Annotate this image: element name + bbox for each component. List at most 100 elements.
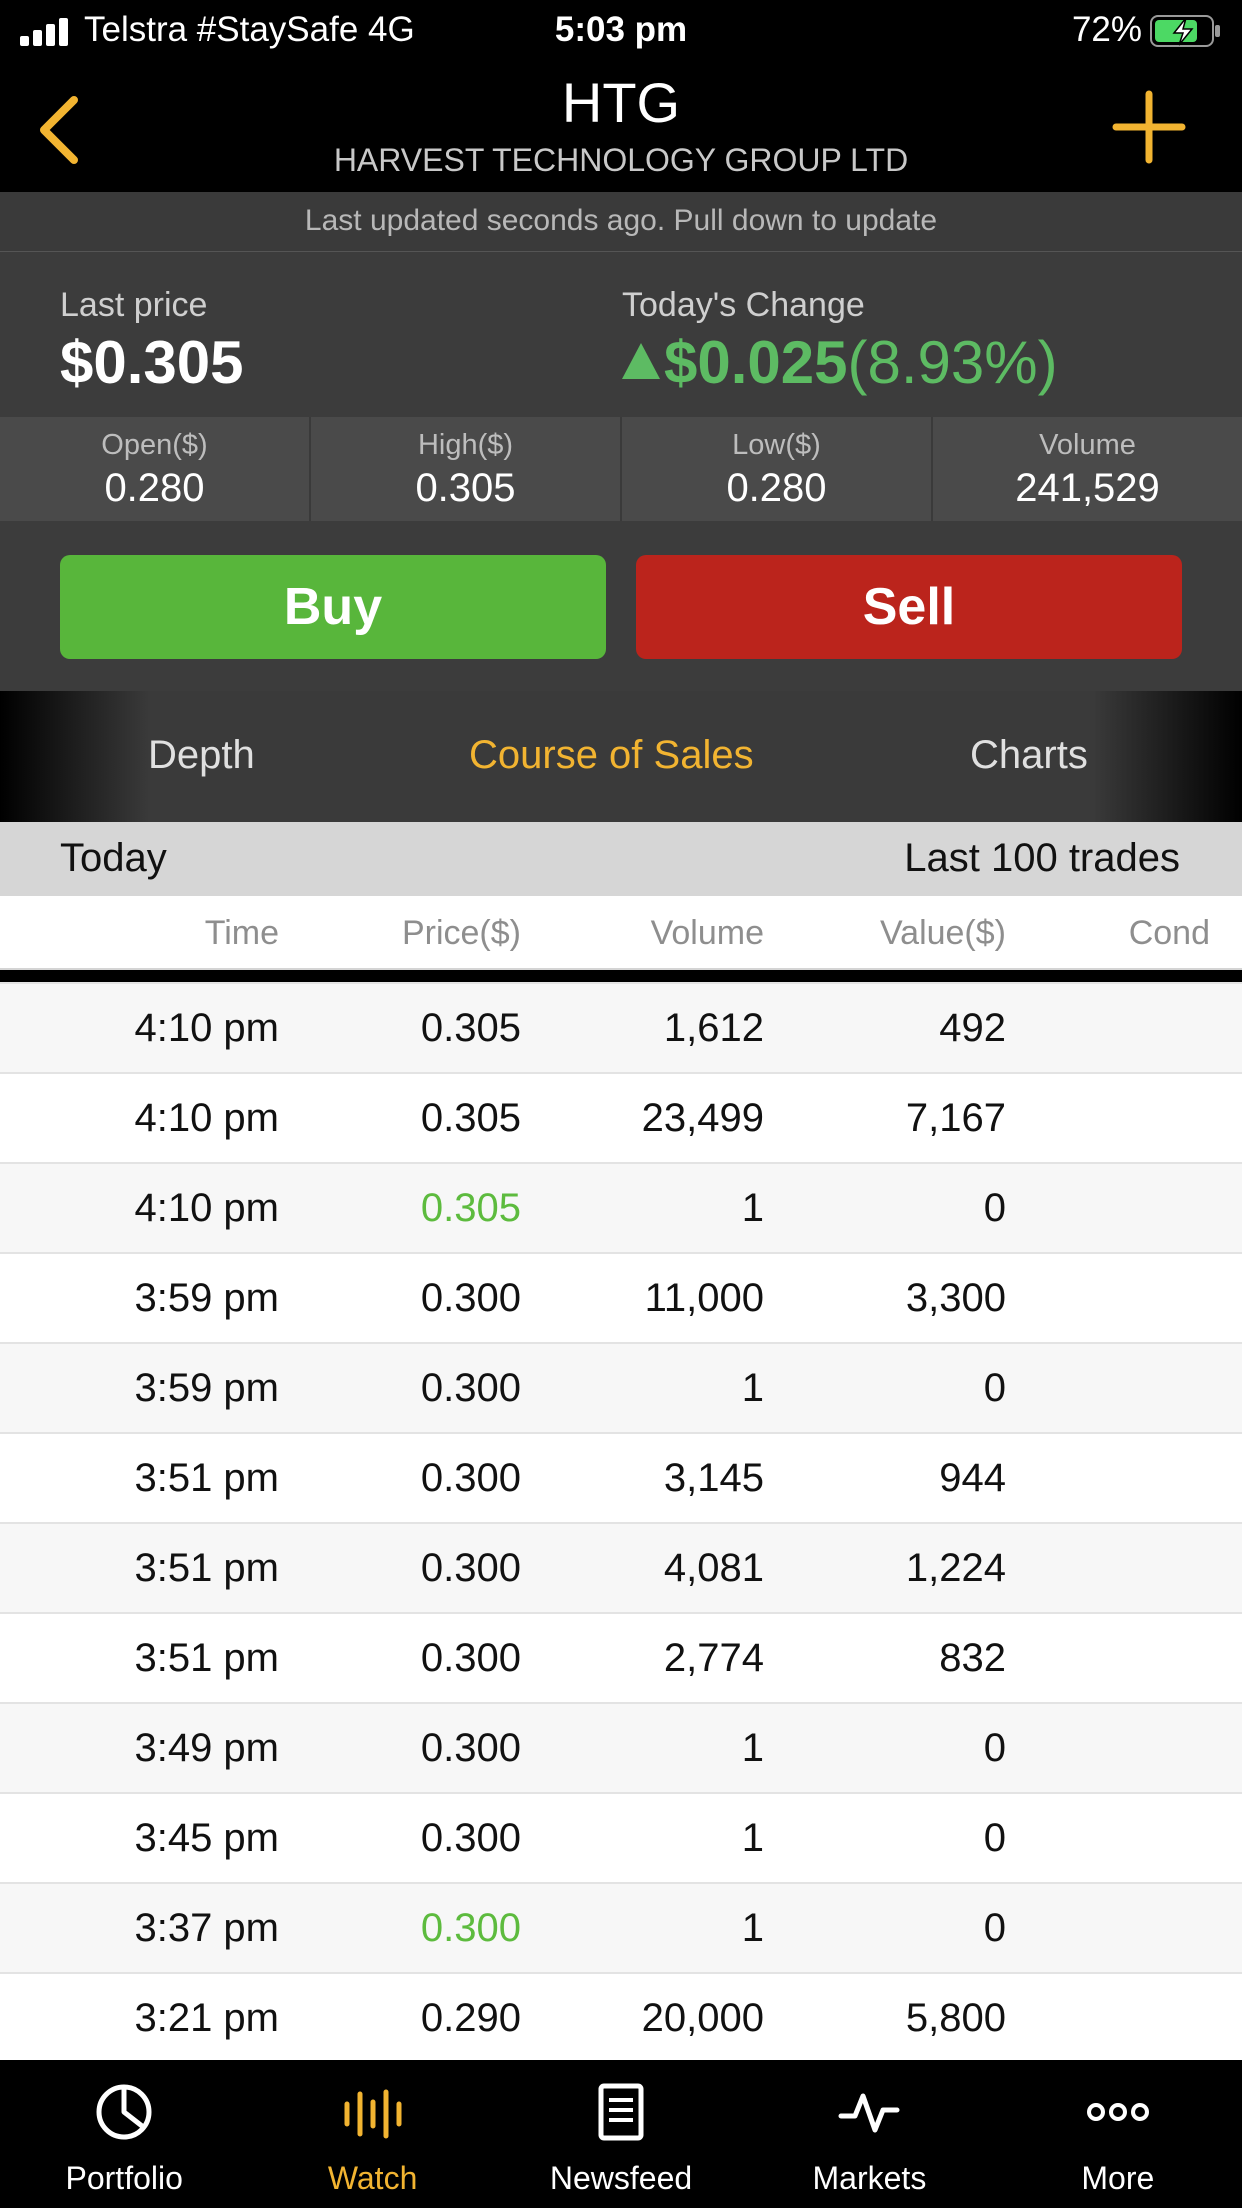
tabbar-newsfeed[interactable]: Newsfeed [497, 2060, 745, 2208]
stat-label: High($) [417, 429, 514, 461]
stat-volume: Volume 241,529 [933, 417, 1242, 521]
cell-time: 3:49 pm [134, 1726, 279, 1770]
col-time: Time [204, 914, 279, 952]
table-row[interactable]: 3:59 pm 0.300 1 0 [0, 1344, 1242, 1434]
table-header: Time Price($) Volume Value($) Cond [0, 896, 1242, 970]
table-row[interactable]: 4:10 pm 0.305 1,612 492 [0, 984, 1242, 1074]
cell-value: 0 [983, 1816, 1006, 1860]
buy-button[interactable]: Buy [60, 555, 606, 659]
trade-actions: Buy Sell [0, 521, 1242, 691]
table-row[interactable]: 3:37 pm 0.300 1 0 [0, 1884, 1242, 1974]
cell-volume: 1 [741, 1906, 764, 1950]
tab-depth[interactable]: Depth [148, 733, 255, 778]
status-bar: Telstra #StaySafe 4G 5:03 pm 72% [0, 0, 1242, 64]
cell-value: 832 [939, 1636, 1006, 1680]
status-time: 5:03 pm [554, 10, 688, 49]
cell-time: 3:51 pm [134, 1546, 279, 1590]
tabbar-label: Markets [812, 2160, 927, 2196]
stat-high: High($) 0.305 [311, 417, 622, 521]
table-row[interactable]: 3:45 pm 0.300 1 0 [0, 1794, 1242, 1884]
cell-price: 0.300 [420, 1636, 521, 1680]
cell-volume: 1 [741, 1186, 764, 1230]
tabbar-portfolio[interactable]: Portfolio [0, 2060, 248, 2208]
tabbar-label: More [1081, 2160, 1155, 2196]
watch-bars-icon [344, 2089, 402, 2139]
table-row[interactable]: 3:21 pm 0.290 20,000 5,800 [0, 1974, 1242, 2060]
add-plus-icon[interactable] [1112, 90, 1186, 164]
col-price: Price($) [401, 914, 521, 952]
table-row[interactable]: 3:49 pm 0.300 1 0 [0, 1704, 1242, 1794]
cell-time: 4:10 pm [134, 1186, 279, 1230]
cell-value: 0 [983, 1726, 1006, 1770]
stat-label: Low($) [732, 429, 821, 461]
change-value: $0.025(8.93%) [622, 328, 1058, 397]
cell-price: 0.300 [420, 1726, 521, 1770]
table-row[interactable]: 3:59 pm 0.300 11,000 3,300 [0, 1254, 1242, 1344]
stats-row: Open($) 0.280 High($) 0.305 Low($) 0.280… [0, 417, 1242, 521]
cell-volume: 1,612 [663, 1006, 764, 1050]
bottom-tab-bar: Portfolio Watch Newsfeed Markets More [0, 2060, 1242, 2208]
cell-volume: 1 [741, 1816, 764, 1860]
cell-volume: 3,145 [663, 1456, 764, 1500]
col-cond: Cond [1128, 914, 1210, 952]
more-dots-icon [1086, 2103, 1149, 2121]
tabbar-label: Watch [327, 2160, 418, 2196]
pie-chart-icon [96, 2084, 152, 2140]
cell-price: 0.300 [420, 1456, 521, 1500]
col-volume: Volume [650, 914, 764, 952]
cell-value: 7,167 [905, 1096, 1006, 1140]
stat-label: Open($) [101, 429, 208, 461]
table-row[interactable]: 4:10 pm 0.305 23,499 7,167 [0, 1074, 1242, 1164]
cell-volume: 1 [741, 1366, 764, 1410]
tabbar-label: Portfolio [65, 2160, 183, 2196]
cell-time: 3:51 pm [134, 1636, 279, 1680]
cell-value: 3,300 [905, 1276, 1006, 1320]
cell-volume: 2,774 [663, 1636, 764, 1680]
cell-time: 4:10 pm [134, 1006, 279, 1050]
table-row[interactable]: 3:51 pm 0.300 2,774 832 [0, 1614, 1242, 1704]
section-header: Today Last 100 trades [0, 822, 1242, 896]
cell-volume: 11,000 [644, 1276, 764, 1320]
tab-charts[interactable]: Charts [970, 733, 1088, 778]
table-row[interactable]: 3:51 pm 0.300 3,145 944 [0, 1434, 1242, 1524]
trades-table[interactable]: 4:10 pm 0.305 1,612 492 4:10 pm 0.305 23,499 7,… [0, 982, 1242, 2060]
stat-value: 0.305 [415, 466, 516, 510]
cell-value: 944 [939, 1456, 1006, 1500]
ticker-title: HTG [561, 71, 681, 134]
cell-volume: 1 [741, 1726, 764, 1770]
cell-price: 0.300 [420, 1906, 521, 1950]
cell-volume: 20,000 [641, 1996, 764, 2040]
cell-price: 0.305 [420, 1006, 521, 1050]
tabbar-label: Newsfeed [549, 2160, 693, 2196]
battery-charging-icon [1150, 15, 1220, 47]
cell-time: 3:59 pm [134, 1276, 279, 1320]
tab-course-of-sales[interactable]: Course of Sales [469, 733, 754, 778]
stat-value: 0.280 [104, 466, 205, 510]
change-amount: $0.025 [664, 329, 848, 396]
tabbar-more[interactable]: More [994, 2060, 1242, 2208]
stat-value: 241,529 [1015, 466, 1160, 510]
table-row[interactable]: 4:10 pm 0.305 1 0 [0, 1164, 1242, 1254]
tabbar-markets[interactable]: Markets [745, 2060, 993, 2208]
cell-value: 492 [939, 1006, 1006, 1050]
last-price-label: Last price [60, 286, 208, 324]
section-today: Today [60, 836, 167, 880]
company-name: HARVEST TECHNOLOGY GROUP LTD [333, 142, 909, 178]
cell-price: 0.290 [420, 1996, 521, 2040]
col-value: Value($) [880, 914, 1006, 952]
cell-value: 1,224 [905, 1546, 1006, 1590]
segment-tabs: Depth Course of Sales Charts [0, 691, 1242, 822]
battery-percent: 72% [1071, 10, 1142, 49]
table-row[interactable]: 3:51 pm 0.300 4,081 1,224 [0, 1524, 1242, 1614]
update-banner: Last updated seconds ago. Pull down to u… [0, 192, 1242, 252]
tabbar-watch[interactable]: Watch [248, 2060, 496, 2208]
last-price-value: $0.305 [60, 329, 244, 396]
cell-time: 3:37 pm [134, 1906, 279, 1950]
cell-price: 0.305 [420, 1186, 521, 1230]
sell-button[interactable]: Sell [636, 555, 1182, 659]
section-last-trades: Last 100 trades [904, 836, 1180, 880]
cell-price: 0.300 [420, 1816, 521, 1860]
cell-volume: 23,499 [641, 1096, 764, 1140]
newspaper-icon [598, 2083, 644, 2141]
stat-value: 0.280 [726, 466, 827, 510]
